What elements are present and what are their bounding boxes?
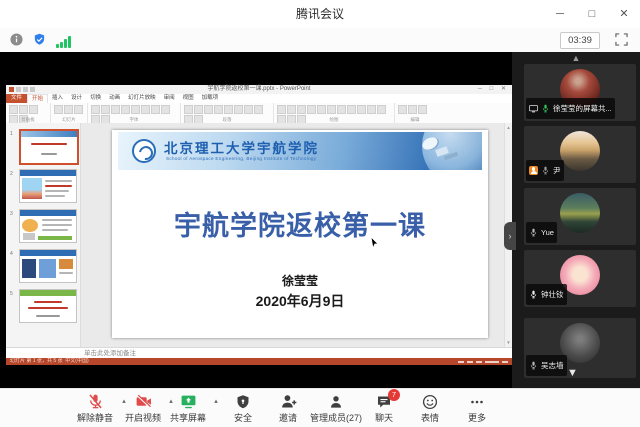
share-screen-button[interactable]: 共享屏幕 bbox=[158, 393, 218, 424]
ribbon-group-paragraph: 段落 bbox=[181, 103, 274, 123]
participant-name: 徐莹莹的屏幕共... bbox=[553, 103, 612, 114]
mic-on-icon bbox=[541, 100, 550, 118]
ppt-ribbon: 剪贴板 幻灯片 字体 段落 绘图 编辑 bbox=[6, 103, 512, 124]
slide-thumbnail-5[interactable] bbox=[19, 289, 77, 323]
more-dots-icon bbox=[447, 393, 507, 410]
host-badge-icon bbox=[529, 166, 538, 175]
chat-unread-badge: 7 bbox=[388, 389, 400, 401]
mouse-cursor bbox=[370, 236, 379, 254]
scroll-up-icon[interactable]: ▲ bbox=[512, 53, 640, 63]
participant-name: 吴志墙 bbox=[541, 360, 564, 371]
maximize-button[interactable]: □ bbox=[576, 0, 608, 28]
language-indicator: 中文(中国) bbox=[65, 358, 88, 364]
minimize-button[interactable]: ─ bbox=[544, 0, 576, 28]
ppt-status-bar: 幻灯片 第 1 张，共 5 张 中文(中国) bbox=[6, 358, 512, 365]
mic-icon bbox=[529, 357, 538, 375]
slide-thumbnail-3[interactable] bbox=[19, 209, 77, 243]
participant-tile[interactable]: Yue bbox=[524, 188, 636, 245]
thumb-number: 5 bbox=[10, 291, 13, 297]
thumb-number: 1 bbox=[10, 131, 13, 137]
ribbon-group-font: 字体 bbox=[88, 103, 181, 123]
meeting-control-bar: 解除静音 ▴ 开启视频 ▴ 共享屏幕 ▴ 安全 邀请 bbox=[0, 388, 640, 427]
window-titlebar: 腾讯会议 ─ □ ✕ bbox=[0, 0, 640, 29]
ribbon-group-editing: 编辑 bbox=[395, 103, 435, 123]
participant-name: 钟壮钕 bbox=[541, 289, 564, 300]
ppt-tab-review[interactable]: 审阅 bbox=[160, 94, 179, 103]
meeting-timer: 03:39 bbox=[560, 32, 600, 49]
mic-icon bbox=[541, 162, 550, 180]
screen-share-icon bbox=[529, 100, 538, 118]
slide-canvas: 北京理工大学宇航学院 School of Aerospace Engineeri… bbox=[112, 130, 488, 338]
thumb-number: 4 bbox=[10, 251, 13, 257]
participant-tile-screen-share[interactable]: 徐莹莹的屏幕共... bbox=[524, 64, 636, 121]
banner-title: 北京理工大学宇航学院 bbox=[164, 137, 319, 157]
participant-name: 尹 bbox=[553, 165, 561, 176]
meeting-info-bar: 03:39 bbox=[0, 28, 640, 52]
participants-sidebar: ▲ 徐莹莹的屏幕共... 尹 bbox=[512, 52, 640, 388]
ribbon-group-slides: 幻灯片 bbox=[51, 103, 88, 123]
ppt-tab-view[interactable]: 视图 bbox=[179, 94, 198, 103]
slide-counter: 幻灯片 第 1 张，共 5 张 bbox=[10, 358, 63, 364]
participant-tile[interactable]: 吴志墙 bbox=[524, 318, 636, 378]
ribbon-group-drawing: 绘图 bbox=[274, 103, 395, 123]
ppt-document-area: 1 2 3 bbox=[6, 123, 512, 347]
ppt-tab-animations[interactable]: 动画 bbox=[105, 94, 124, 103]
participant-tile[interactable]: 尹 bbox=[524, 126, 636, 183]
slide-thumbnail-4[interactable] bbox=[19, 249, 77, 283]
sidebar-collapse-handle[interactable]: › bbox=[504, 222, 516, 250]
mic-icon bbox=[529, 286, 538, 304]
ppt-tab-design[interactable]: 设计 bbox=[67, 94, 86, 103]
ribbon-group-clipboard: 剪贴板 bbox=[6, 103, 51, 123]
ppt-slide-thumbnails: 1 2 3 bbox=[6, 123, 81, 347]
thumb-number: 2 bbox=[10, 171, 13, 177]
network-signal-icon bbox=[56, 36, 71, 48]
banner-subtitle: School of Aerospace Engineering, Beijing… bbox=[166, 156, 316, 161]
slide-thumbnail-2[interactable] bbox=[19, 169, 77, 203]
share-screen-icon bbox=[158, 393, 218, 410]
avatar bbox=[560, 193, 600, 233]
ppt-window-title: 宇航学院返校第一课.pptx - PowerPoint bbox=[6, 85, 512, 94]
slide-thumbnail-1[interactable] bbox=[19, 129, 79, 165]
ppt-tab-home[interactable]: 开始 bbox=[27, 94, 48, 103]
slide-banner: 北京理工大学宇航学院 School of Aerospace Engineeri… bbox=[118, 132, 482, 170]
ppt-tab-transitions[interactable]: 切换 bbox=[86, 94, 105, 103]
participant-name: Yue bbox=[541, 228, 554, 237]
fullscreen-icon[interactable] bbox=[615, 33, 628, 51]
ppt-tab-file[interactable]: 文件 bbox=[6, 94, 27, 103]
participant-tile[interactable]: 钟壮钕 bbox=[524, 250, 636, 307]
tencent-meeting-window: 腾讯会议 ─ □ ✕ 03:39 宇航学院返校第一课.pptx - bbox=[0, 0, 640, 427]
scroll-down-icon[interactable]: ▼ bbox=[567, 367, 578, 379]
meeting-info-icon[interactable] bbox=[10, 33, 23, 51]
security-shield-icon[interactable] bbox=[33, 33, 46, 51]
shared-screen-powerpoint: 宇航学院返校第一课.pptx - PowerPoint ─ □ ✕ 文件 开始 … bbox=[6, 85, 512, 365]
slide-presenter: 徐莹莹 bbox=[112, 272, 488, 289]
slide-title: 宇航学院返校第一课 bbox=[112, 204, 488, 243]
university-logo bbox=[132, 139, 156, 163]
ppt-window-controls: ─ □ ✕ bbox=[478, 85, 509, 94]
ppt-tab-slideshow[interactable]: 幻灯片放映 bbox=[124, 94, 160, 103]
ppt-view-zoom-controls[interactable] bbox=[458, 361, 508, 363]
more-button[interactable]: 更多 bbox=[447, 393, 507, 424]
thumb-number: 3 bbox=[10, 211, 13, 217]
avatar bbox=[560, 131, 600, 171]
slide-date: 2020年6月9日 bbox=[112, 291, 488, 311]
ppt-titlebar: 宇航学院返校第一课.pptx - PowerPoint ─ □ ✕ bbox=[6, 85, 512, 94]
ppt-tab-insert[interactable]: 插入 bbox=[48, 94, 67, 103]
close-button[interactable]: ✕ bbox=[608, 0, 640, 28]
ppt-tab-addins[interactable]: 加载项 bbox=[198, 94, 223, 103]
mic-icon bbox=[529, 224, 538, 242]
